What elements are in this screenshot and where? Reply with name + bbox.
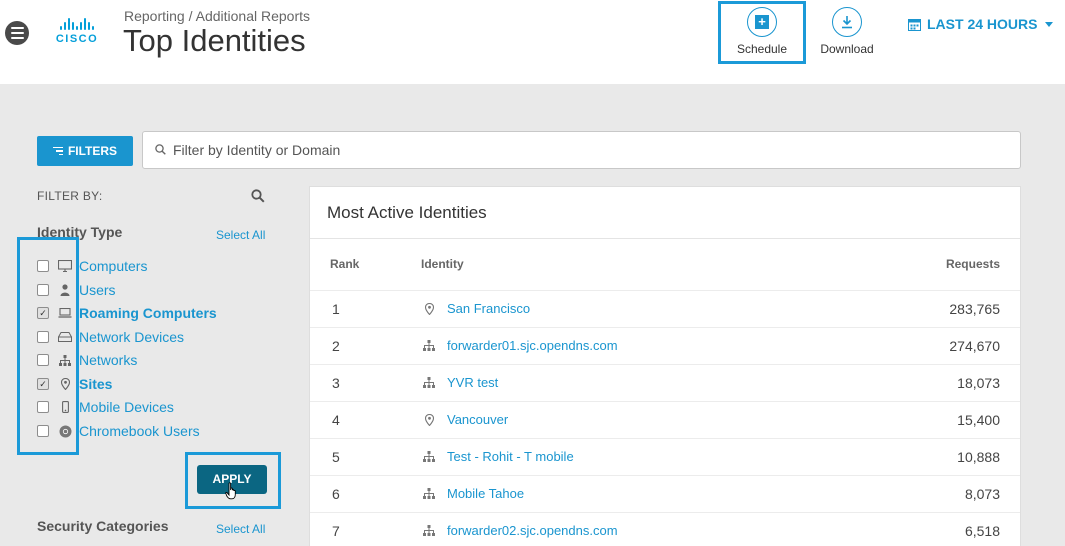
filters-label: FILTERS <box>67 144 118 158</box>
network-icon <box>422 340 436 351</box>
security-categories-select-all-link[interactable]: Select All <box>216 522 265 536</box>
table-row: 4 Vancouver 15,400 <box>310 401 1020 438</box>
download-button[interactable]: Download <box>812 7 882 56</box>
identity-link[interactable]: Vancouver <box>422 412 508 427</box>
time-range-dropdown[interactable]: LAST 24 HOURS <box>908 16 1054 32</box>
identity-name: YVR test <box>447 375 499 390</box>
calendar-icon <box>908 18 921 31</box>
network-icon <box>422 525 436 536</box>
search-icon <box>155 144 166 155</box>
hamburger-menu-icon[interactable] <box>5 21 29 45</box>
network-icon <box>422 377 436 388</box>
checkbox-highlight-box <box>17 237 79 455</box>
table-row: 7 forwarder02.sjc.opendns.com 6,518 <box>310 512 1020 546</box>
rank-cell: 5 <box>332 449 340 465</box>
identity-type-label: Sites <box>79 376 113 392</box>
table-row: 2 forwarder01.sjc.opendns.com 274,670 <box>310 327 1020 364</box>
identity-type-label: Networks <box>79 352 138 368</box>
hand-pointer-cursor-icon <box>225 482 236 500</box>
column-header-requests[interactable]: Requests <box>946 257 1000 271</box>
rank-cell: 6 <box>332 486 340 502</box>
top-header: CISCO Reporting / Additional Reports Top… <box>0 0 1065 84</box>
rank-cell: 2 <box>332 338 340 354</box>
most-active-identities-card: Most Active Identities Rank Identity Req… <box>309 186 1021 546</box>
identity-name: Vancouver <box>447 412 509 427</box>
identity-type-label: Users <box>79 282 116 298</box>
table-row: 3 YVR test 18,073 <box>310 364 1020 401</box>
identity-link[interactable]: forwarder01.sjc.opendns.com <box>422 338 618 353</box>
identity-type-select-all-link[interactable]: Select All <box>216 228 265 242</box>
identity-name: forwarder02.sjc.opendns.com <box>447 523 618 538</box>
requests-cell: 8,073 <box>964 486 1000 502</box>
requests-cell: 18,073 <box>957 375 1000 391</box>
schedule-icon: + <box>747 7 777 37</box>
requests-cell: 6,518 <box>964 523 1000 539</box>
requests-cell: 10,888 <box>957 449 1000 465</box>
schedule-button[interactable]: + Schedule <box>727 7 797 56</box>
identity-link[interactable]: Mobile Tahoe <box>422 486 524 501</box>
network-icon <box>422 451 436 462</box>
identity-link[interactable]: YVR test <box>422 375 498 390</box>
identity-type-label: Computers <box>79 258 148 274</box>
filter-by-label: FILTER BY: <box>37 189 103 203</box>
rank-cell: 3 <box>332 375 340 391</box>
time-range-label: LAST 24 HOURS <box>927 16 1038 32</box>
chevron-down-icon <box>1045 21 1054 27</box>
table-row: 1 San Francisco 283,765 <box>310 290 1020 327</box>
requests-cell: 274,670 <box>949 338 1000 354</box>
column-header-identity[interactable]: Identity <box>421 257 464 271</box>
rank-cell: 1 <box>332 301 340 317</box>
filters-button[interactable]: FILTERS <box>37 136 133 166</box>
requests-cell: 15,400 <box>957 412 1000 428</box>
identity-type-label: Mobile Devices <box>79 399 174 415</box>
table-row: 6 Mobile Tahoe 8,073 <box>310 475 1020 512</box>
identity-link[interactable]: San Francisco <box>422 301 530 316</box>
cisco-logo-text: CISCO <box>55 33 99 45</box>
network-icon <box>422 488 436 499</box>
identity-name: forwarder01.sjc.opendns.com <box>447 338 618 353</box>
download-label: Download <box>820 42 874 56</box>
map-pin-icon <box>422 302 436 315</box>
table-row: 5 Test - Rohit - T mobile 10,888 <box>310 438 1020 475</box>
filter-lines-icon <box>52 146 63 156</box>
identity-type-label: Roaming Computers <box>79 305 217 321</box>
search-field[interactable] <box>142 131 1021 169</box>
identity-name: San Francisco <box>447 301 531 316</box>
rank-cell: 7 <box>332 523 340 539</box>
schedule-label: Schedule <box>736 42 788 56</box>
identity-name: Test - Rohit - T mobile <box>447 449 574 464</box>
map-pin-icon <box>422 413 436 426</box>
cisco-logo-bars <box>51 16 103 30</box>
filter-search-icon[interactable] <box>251 189 265 203</box>
column-header-rank[interactable]: Rank <box>330 257 359 271</box>
identity-link[interactable]: Test - Rohit - T mobile <box>422 449 574 464</box>
identity-type-label: Network Devices <box>79 329 185 345</box>
breadcrumb[interactable]: Reporting / Additional Reports <box>124 8 310 24</box>
rank-cell: 4 <box>332 412 340 428</box>
search-input[interactable] <box>173 140 993 160</box>
cisco-logo[interactable]: CISCO <box>51 16 103 48</box>
card-divider <box>310 238 1020 239</box>
requests-cell: 283,765 <box>949 301 1000 317</box>
identity-type-label: Chromebook Users <box>79 423 200 439</box>
download-icon <box>832 7 862 37</box>
security-categories-heading: Security Categories <box>37 518 169 534</box>
card-title: Most Active Identities <box>327 203 487 222</box>
identity-name: Mobile Tahoe <box>447 486 525 501</box>
page-title: Top Identities <box>123 23 306 58</box>
identity-link[interactable]: forwarder02.sjc.opendns.com <box>422 523 618 538</box>
